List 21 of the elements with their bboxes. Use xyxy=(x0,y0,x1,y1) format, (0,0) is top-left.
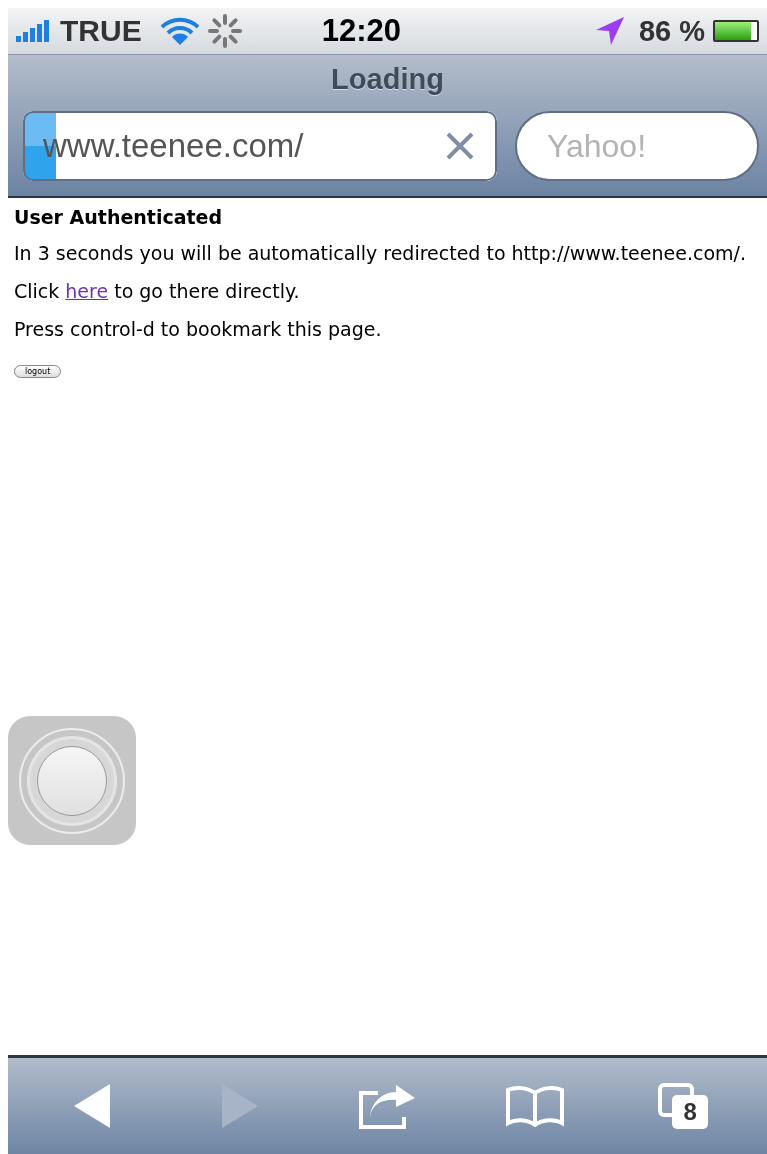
signal-icon xyxy=(16,20,52,42)
back-icon[interactable] xyxy=(72,1083,111,1129)
clock-time: 12:20 xyxy=(321,13,402,49)
search-field[interactable]: Yahoo! xyxy=(515,111,759,181)
assistive-touch-button[interactable] xyxy=(8,716,136,845)
logout-button[interactable]: logout xyxy=(14,365,62,378)
book-icon[interactable] xyxy=(505,1085,566,1127)
paragraph: Press control-d to bookmark this page. xyxy=(14,318,383,340)
share-icon[interactable] xyxy=(358,1083,417,1129)
paragraph: In 3 seconds you will be automatically redirected to http://www.teenee.com/. xyxy=(14,242,747,264)
here-link[interactable]: here xyxy=(65,280,109,302)
carrier-name: TRUE xyxy=(60,14,142,48)
wifi-icon xyxy=(159,17,200,45)
page-heading: User Authenticated xyxy=(14,206,224,228)
paragraph: Click here to go there directly. xyxy=(14,280,301,302)
battery-percentage: 86 % xyxy=(638,14,705,48)
battery-icon xyxy=(713,20,759,42)
location-arrow-icon xyxy=(594,16,625,46)
activity-spinner-icon xyxy=(207,14,242,48)
clear-icon[interactable] xyxy=(445,131,475,161)
page-title: Loading xyxy=(330,62,445,97)
